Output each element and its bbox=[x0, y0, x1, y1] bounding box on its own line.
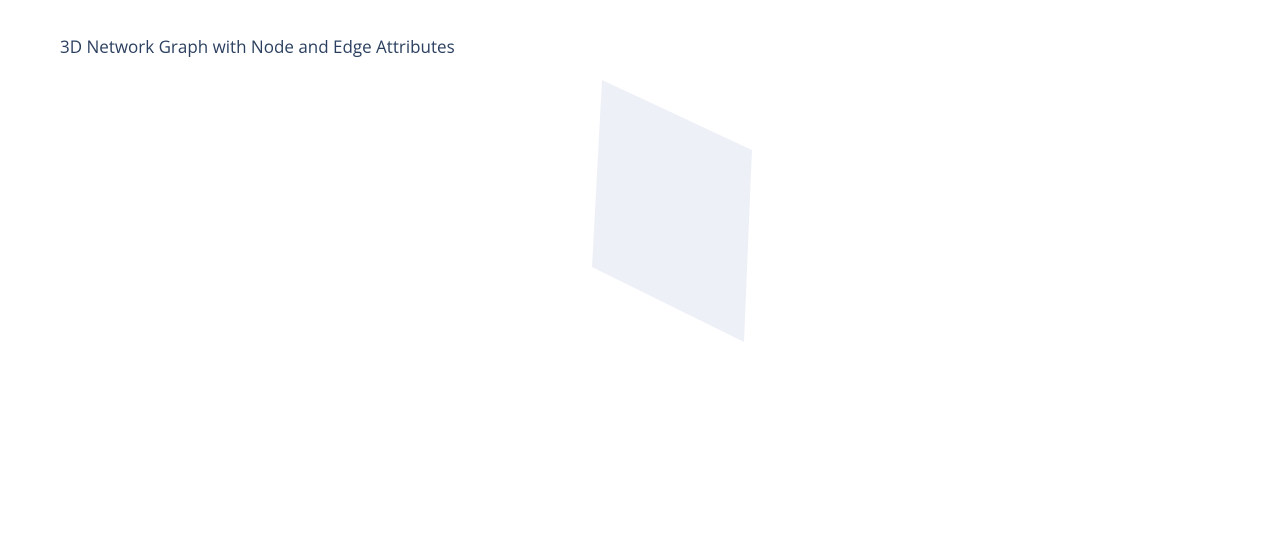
plot-3d[interactable] bbox=[0, 0, 1264, 535]
chart-title: 3D Network Graph with Node and Edge Attr… bbox=[60, 35, 455, 58]
